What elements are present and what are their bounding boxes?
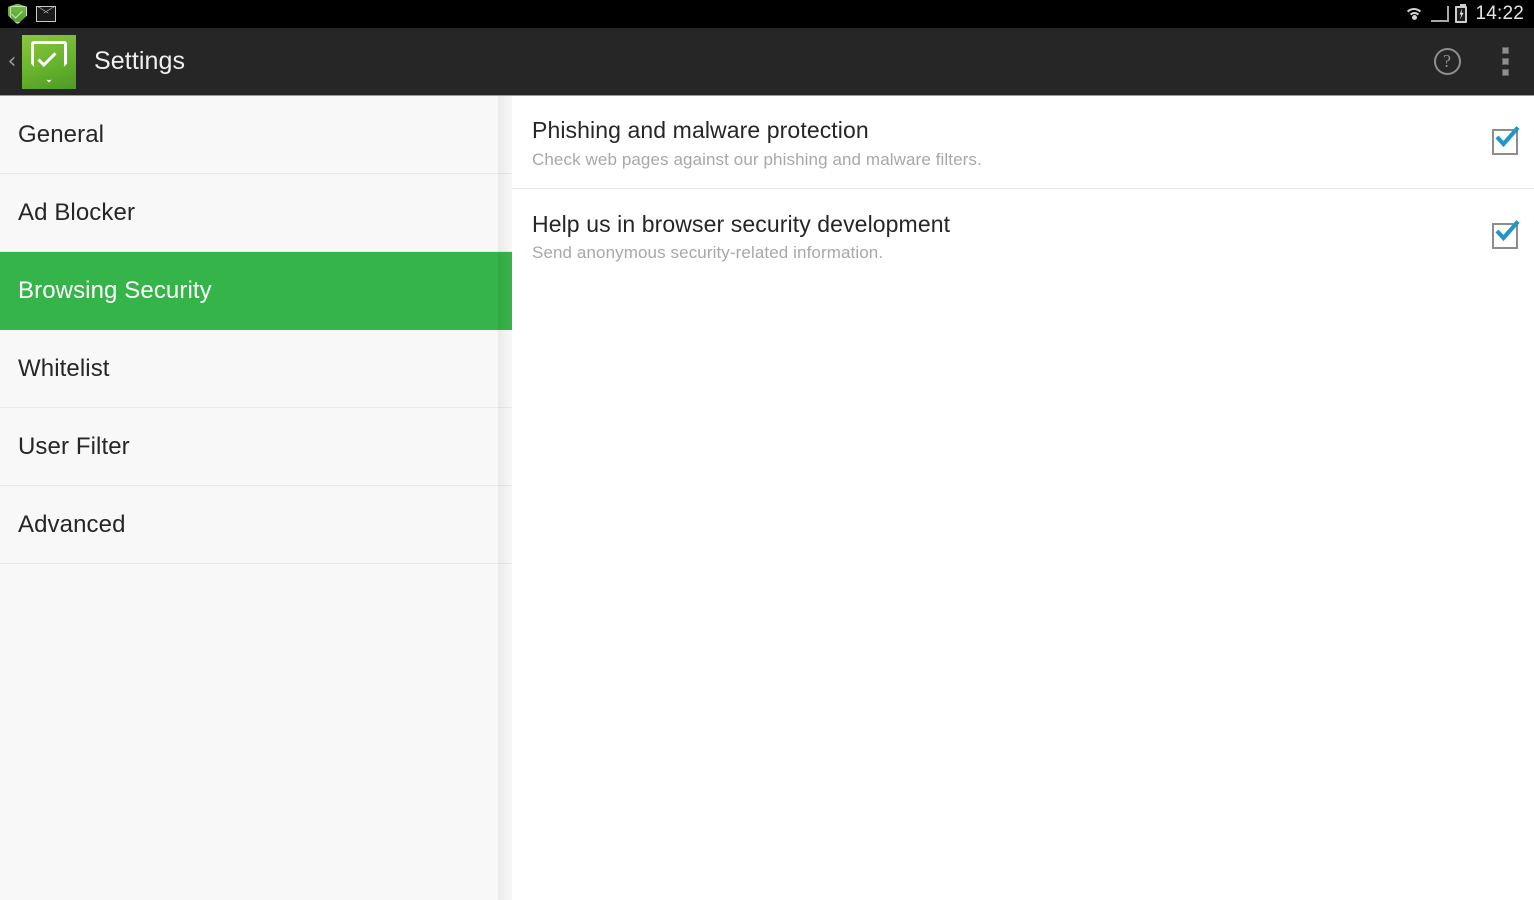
back-chevron-icon[interactable]: ‹ (2, 51, 22, 73)
sidebar-item-general[interactable]: General (0, 96, 512, 174)
status-bar-clock: 14:22 (1475, 3, 1524, 25)
settings-content-pane: Phishing and malware protection Check we… (512, 96, 1534, 900)
sidebar-item-browsing-security[interactable]: Browsing Security (0, 252, 512, 330)
overflow-menu-icon (1502, 47, 1509, 76)
sidebar-item-ad-blocker[interactable]: Ad Blocker (0, 174, 512, 252)
action-bar: ‹ Settings ? (0, 28, 1534, 96)
help-icon: ? (1434, 48, 1461, 75)
setting-row-phishing-malware-protection[interactable]: Phishing and malware protection Check we… (512, 96, 1534, 189)
status-bar-notifications (8, 4, 56, 25)
sidebar-item-whitelist[interactable]: Whitelist (0, 330, 512, 408)
checkbox-phishing-malware-protection[interactable] (1492, 129, 1518, 155)
page-title: Settings (94, 47, 185, 76)
gmail-icon (36, 6, 56, 22)
check-icon (1495, 220, 1521, 241)
setting-title: Help us in browser security development (532, 210, 1454, 239)
adguard-shield-logo[interactable] (22, 35, 76, 89)
sidebar-item-label: Ad Blocker (18, 199, 135, 227)
check-icon (1495, 126, 1521, 147)
setting-summary: Check web pages against our phishing and… (532, 150, 1454, 170)
battery-charging-icon (1455, 6, 1467, 23)
sidebar-item-advanced[interactable]: Advanced (0, 486, 512, 564)
sidebar-item-label: Advanced (18, 511, 126, 539)
signal-icon (1431, 6, 1449, 22)
setting-title: Phishing and malware protection (532, 116, 1454, 145)
wifi-icon (1403, 6, 1425, 22)
settings-sidebar: General Ad Blocker Browsing Security Whi… (0, 96, 512, 900)
sidebar-item-label: Whitelist (18, 355, 110, 383)
app-screen: 14:22 ‹ Settings ? General Ad Blocker Br… (0, 0, 1534, 900)
setting-summary: Send anonymous security-related informat… (532, 243, 1454, 263)
help-button[interactable]: ? (1418, 28, 1476, 96)
sidebar-item-label: User Filter (18, 433, 130, 461)
sidebar-empty-space (0, 564, 512, 900)
setting-row-help-browser-security-development[interactable]: Help us in browser security development … (512, 189, 1534, 282)
overflow-menu-button[interactable] (1476, 28, 1534, 96)
sidebar-item-label: Browsing Security (18, 277, 212, 305)
status-bar-system: 14:22 (1403, 3, 1524, 25)
sidebar-item-label: General (18, 121, 104, 149)
sidebar-item-user-filter[interactable]: User Filter (0, 408, 512, 486)
status-bar: 14:22 (0, 0, 1534, 28)
adguard-shield-icon (8, 4, 27, 25)
checkbox-help-browser-security-development[interactable] (1492, 223, 1518, 249)
